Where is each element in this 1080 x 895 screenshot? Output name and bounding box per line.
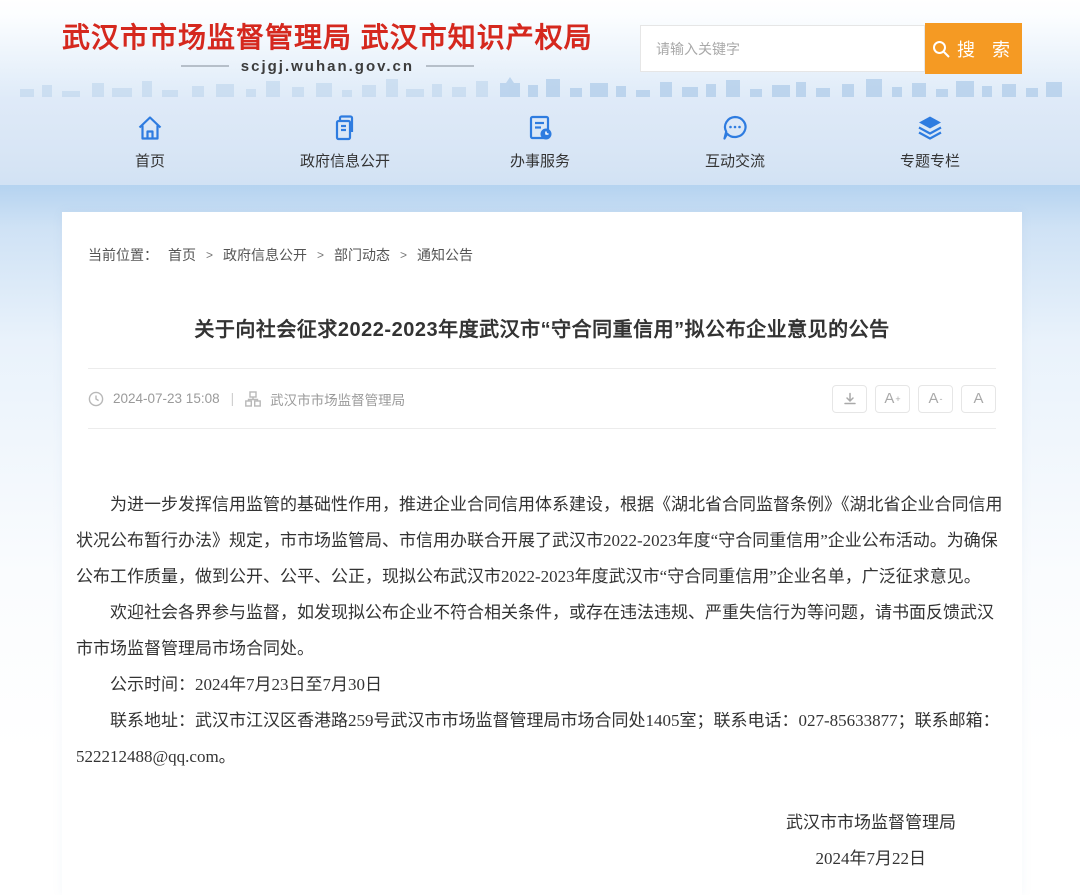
breadcrumb: 当前位置： 首页 > 政府信息公开 > 部门动态 > 通知公告: [62, 245, 1022, 265]
article-paragraph: 公示时间：2024年7月23日至7月30日: [76, 667, 1008, 703]
breadcrumb-separator: >: [206, 248, 213, 262]
nav-item-services[interactable]: 办事服务: [480, 111, 600, 171]
nav-label: 专题专栏: [900, 150, 960, 171]
article-meta: 2024-07-23 15:08 | 武汉市市场监督管理局: [88, 389, 405, 409]
meta-separator: |: [231, 391, 235, 406]
dash-decoration-left: [181, 65, 229, 67]
nav-item-home[interactable]: 首页: [90, 111, 210, 171]
nav-item-topics[interactable]: 专题专栏: [870, 111, 990, 171]
font-normal-button[interactable]: A: [961, 385, 996, 413]
search-input[interactable]: [640, 25, 925, 72]
page: 武汉市市场监督管理局 武汉市知识产权局 scjgj.wuhan.gov.cn 搜…: [0, 0, 1080, 895]
documents-icon: [330, 111, 360, 143]
content-background: 当前位置： 首页 > 政府信息公开 > 部门动态 > 通知公告 关于向社会征求2…: [0, 185, 1080, 895]
article-paragraph: 联系地址：武汉市江汉区香港路259号武汉市市场监督管理局市场合同处1405室；联…: [76, 703, 1008, 775]
nav-label: 互动交流: [705, 150, 765, 171]
nav-label: 办事服务: [510, 150, 570, 171]
font-larger-label: A: [884, 390, 894, 407]
article-paragraph: 欢迎社会各界参与监督，如发现拟公布企业不符合相关条件，或存在违法违规、严重失信行…: [76, 595, 1008, 667]
article-toolbar: A+ A- A: [832, 385, 996, 413]
search-icon: [931, 39, 951, 59]
font-larger-sup: +: [895, 394, 900, 404]
nav-label: 首页: [135, 150, 165, 171]
font-smaller-button[interactable]: A-: [918, 385, 953, 413]
site-url: scjgj.wuhan.gov.cn: [62, 58, 593, 75]
dash-decoration-right: [426, 65, 474, 67]
download-icon: [842, 391, 858, 407]
signature-org: 武汉市市场监督管理局: [76, 805, 1008, 841]
site-header: 武汉市市场监督管理局 武汉市知识产权局 scjgj.wuhan.gov.cn 搜…: [0, 0, 1080, 97]
publish-source: 武汉市市场监督管理局: [270, 389, 405, 409]
divider-bottom: [88, 428, 996, 429]
breadcrumb-separator: >: [317, 248, 324, 262]
article-paragraph: 为进一步发挥信用监管的基础性作用，推进企业合同信用体系建设，根据《湖北省合同监督…: [76, 487, 1008, 595]
service-clock-icon: [525, 111, 555, 143]
article-title: 关于向社会征求2022-2023年度武汉市“守合同重信用”拟公布企业意见的公告: [62, 313, 1022, 342]
font-larger-button[interactable]: A+: [875, 385, 910, 413]
layers-icon: [915, 111, 945, 143]
site-url-text: scjgj.wuhan.gov.cn: [241, 58, 414, 75]
font-smaller-sup: -: [940, 394, 943, 404]
download-button[interactable]: [832, 385, 867, 413]
search-button-label: 搜 索: [957, 36, 1016, 62]
breadcrumb-item-home[interactable]: 首页: [168, 245, 196, 265]
search-bar: 搜 索: [640, 23, 1022, 74]
home-icon: [135, 111, 165, 143]
search-button[interactable]: 搜 索: [925, 23, 1022, 74]
article-signature: 武汉市市场监督管理局 2024年7月22日: [76, 805, 1008, 877]
nav-label: 政府信息公开: [300, 150, 390, 171]
site-brand[interactable]: 武汉市市场监督管理局 武汉市知识产权局 scjgj.wuhan.gov.cn: [62, 22, 593, 74]
breadcrumb-label: 当前位置：: [88, 245, 158, 265]
nav-item-info-disclosure[interactable]: 政府信息公开: [285, 111, 405, 171]
chat-bubble-icon: [720, 111, 750, 143]
clock-icon: [88, 391, 104, 407]
content-card: 当前位置： 首页 > 政府信息公开 > 部门动态 > 通知公告 关于向社会征求2…: [62, 212, 1022, 895]
source-org-icon: [245, 391, 261, 407]
font-smaller-label: A: [928, 390, 938, 407]
publish-datetime: 2024-07-23 15:08: [113, 391, 220, 406]
breadcrumb-item-info-disclosure[interactable]: 政府信息公开: [223, 245, 307, 265]
breadcrumb-item-dept-news[interactable]: 部门动态: [334, 245, 390, 265]
breadcrumb-separator: >: [400, 248, 407, 262]
main-nav: 首页 政府信息公开 办事服务: [0, 97, 1080, 185]
breadcrumb-item-notices[interactable]: 通知公告: [417, 245, 473, 265]
header-inner: 武汉市市场监督管理局 武汉市知识产权局 scjgj.wuhan.gov.cn 搜…: [0, 0, 1080, 97]
article-body: 为进一步发挥信用监管的基础性作用，推进企业合同信用体系建设，根据《湖北省合同监督…: [62, 487, 1022, 877]
nav-item-interaction[interactable]: 互动交流: [675, 111, 795, 171]
signature-date: 2024年7月22日: [76, 841, 1008, 877]
font-normal-label: A: [973, 390, 983, 407]
site-title: 武汉市市场监督管理局 武汉市知识产权局: [62, 22, 593, 54]
article-meta-row: 2024-07-23 15:08 | 武汉市市场监督管理局: [88, 369, 996, 428]
